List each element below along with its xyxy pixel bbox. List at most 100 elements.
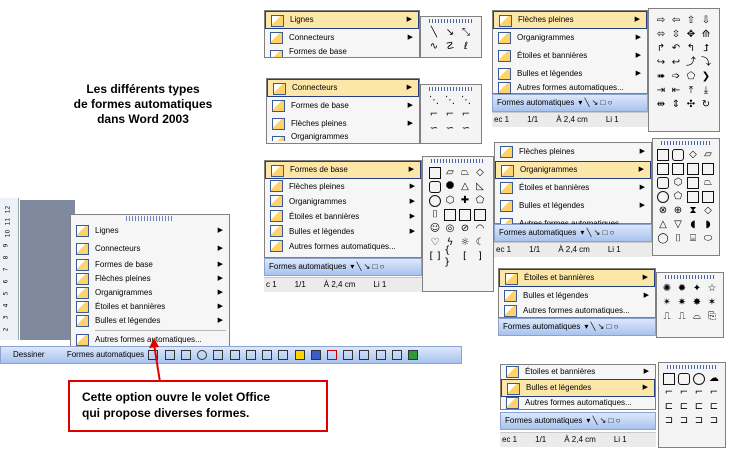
menu-item-fleches[interactable]: Flèches pleines ▶ bbox=[265, 179, 421, 194]
quad-arrow-icon[interactable]: ✥ bbox=[685, 29, 697, 41]
callout-up-icon[interactable]: ⤒ bbox=[685, 85, 697, 97]
menu-item-etoiles[interactable]: Étoiles et bannières ▶ bbox=[493, 47, 647, 65]
bent-arrow-icon[interactable]: ↱ bbox=[655, 43, 667, 55]
document-icon[interactable] bbox=[687, 163, 699, 175]
line-callout5-icon[interactable]: ⊏ bbox=[663, 401, 675, 413]
textbox-icon[interactable] bbox=[213, 350, 224, 360]
curved-double-icon[interactable]: ∽ bbox=[460, 123, 472, 135]
arc-icon[interactable]: ◠ bbox=[474, 223, 486, 235]
menu-item-connecteurs-selected[interactable]: Connecteurs ▶ bbox=[267, 79, 419, 97]
delay-icon[interactable]: ◗ bbox=[702, 219, 714, 231]
star16-icon[interactable]: ✷ bbox=[676, 297, 688, 309]
sort-icon[interactable]: ◇ bbox=[702, 205, 714, 217]
menu-item-bulles[interactable]: Bulles et légendes ▶ bbox=[71, 314, 229, 328]
line-callout8-icon[interactable]: ⊏ bbox=[708, 401, 720, 413]
menu-item-etoiles-selected[interactable]: Étoiles et bannières ▶ bbox=[499, 269, 655, 287]
rectangle-shape-icon[interactable] bbox=[429, 167, 441, 179]
oval-icon[interactable] bbox=[197, 350, 208, 360]
menu-item-lignes-selected[interactable]: Lignes ▶ bbox=[265, 11, 419, 29]
or-icon[interactable]: ⊕ bbox=[672, 205, 684, 217]
menu-item-autres-formes[interactable]: Autres formes automatiques... bbox=[501, 397, 655, 409]
circular-arrow-icon[interactable]: ↻ bbox=[700, 99, 712, 111]
star8-icon[interactable]: ✴ bbox=[661, 297, 673, 309]
menu-item-etoiles[interactable]: Étoiles et bannières ▶ bbox=[495, 179, 651, 197]
menu-item-autres-formes[interactable]: Autres formes automatiques... bbox=[499, 305, 655, 317]
right-arrow-icon[interactable]: ⇨ bbox=[655, 15, 667, 27]
curved-left-icon[interactable]: ↩ bbox=[670, 57, 682, 69]
up-down-arrow-icon[interactable]: ⇳ bbox=[670, 29, 682, 41]
offpage-icon[interactable]: ⬠ bbox=[672, 191, 684, 203]
callout-left-icon[interactable]: ⇤ bbox=[670, 85, 682, 97]
scroll-icon[interactable]: ⎘ bbox=[706, 311, 718, 323]
rounded-callout-icon[interactable] bbox=[678, 373, 690, 385]
folded-corner-icon[interactable] bbox=[474, 209, 486, 221]
direct-access-icon[interactable]: ⌸ bbox=[687, 233, 699, 245]
draw-menu[interactable]: Dessiner bbox=[13, 347, 45, 363]
line-callout1-icon[interactable]: ⌐ bbox=[663, 387, 675, 399]
trapezoid-icon[interactable]: ⏢ bbox=[459, 167, 471, 179]
callout-down-icon[interactable]: ⤓ bbox=[700, 85, 712, 97]
moon-icon[interactable]: ☾ bbox=[474, 237, 486, 249]
3d-icon[interactable] bbox=[408, 350, 419, 360]
menu-item-organigrammes[interactable]: Organigrammes ▶ bbox=[71, 286, 229, 300]
callout-quad-icon[interactable]: ✣ bbox=[685, 99, 697, 111]
predefined-icon[interactable] bbox=[657, 163, 669, 175]
display-icon[interactable]: ⬭ bbox=[702, 233, 714, 245]
menu-item-etoiles[interactable]: Étoiles et bannières ▶ bbox=[265, 209, 421, 224]
oval-callout-icon[interactable] bbox=[693, 373, 705, 385]
preparation-icon[interactable]: ⬡ bbox=[672, 177, 684, 189]
curve-icon[interactable]: ∿ bbox=[428, 41, 440, 53]
chevron-icon[interactable]: ❯ bbox=[700, 71, 712, 83]
can-icon[interactable]: ⌷ bbox=[429, 209, 441, 221]
curved-icon[interactable]: ∽ bbox=[428, 123, 440, 135]
menu-item-connecteurs[interactable]: Connecteurs ▶ bbox=[71, 240, 229, 258]
line-callout10-icon[interactable]: ⊐ bbox=[678, 415, 690, 427]
ribbon2-icon[interactable]: ⎍ bbox=[676, 311, 688, 323]
clipart-icon[interactable] bbox=[262, 350, 273, 360]
magnetic-disk-icon[interactable]: ⌷ bbox=[672, 233, 684, 245]
arrow-line-icon[interactable]: ↘ bbox=[444, 27, 456, 39]
font-color-icon[interactable] bbox=[327, 350, 337, 360]
menu-item-lignes[interactable]: Lignes ▶ bbox=[71, 222, 229, 240]
line-callout4-icon[interactable]: ⌐ bbox=[708, 387, 720, 399]
line-callout3-icon[interactable]: ⌐ bbox=[693, 387, 705, 399]
star4-icon[interactable]: ✦ bbox=[691, 283, 703, 295]
donut-icon[interactable]: ◎ bbox=[444, 223, 456, 235]
ribbon-icon[interactable]: ⎍ bbox=[661, 311, 673, 323]
callout-lr-icon[interactable]: ⇹ bbox=[655, 99, 667, 111]
rect-callout-icon[interactable] bbox=[663, 373, 675, 385]
menu-item-fleches-selected[interactable]: Flèches pleines ▶ bbox=[493, 11, 647, 29]
autoshapes-button[interactable]: Formes automatiques bbox=[505, 413, 582, 429]
elbow-arrow-icon[interactable]: ⌐ bbox=[444, 109, 456, 121]
merge-icon[interactable]: ▽ bbox=[672, 219, 684, 231]
line-callout11-icon[interactable]: ⊐ bbox=[693, 415, 705, 427]
left-up-arrow-icon[interactable]: ↰ bbox=[685, 43, 697, 55]
bevel-icon[interactable] bbox=[459, 209, 471, 221]
menu-item-bulles[interactable]: Bulles et légendes ▶ bbox=[265, 224, 421, 239]
line-callout9-icon[interactable]: ⊐ bbox=[663, 415, 675, 427]
explosion-icon[interactable]: ✺ bbox=[661, 283, 673, 295]
triangle-icon[interactable]: △ bbox=[459, 181, 471, 193]
octagon-icon[interactable]: ⯃ bbox=[444, 181, 456, 193]
summing-icon[interactable]: ⊗ bbox=[657, 205, 669, 217]
stored-data-icon[interactable]: ◖ bbox=[687, 219, 699, 231]
up-arrow-icon[interactable]: ⇧ bbox=[685, 15, 697, 27]
right-bracket-icon[interactable]: ] bbox=[474, 251, 486, 263]
manual-op-icon[interactable]: ⏢ bbox=[702, 177, 714, 189]
line-callout6-icon[interactable]: ⊏ bbox=[678, 401, 690, 413]
callout-right-icon[interactable]: ⇥ bbox=[655, 85, 667, 97]
menu-item-bulles[interactable]: Bulles et légendes ▶ bbox=[493, 65, 647, 83]
menu-item-bulles-selected[interactable]: Bulles et légendes ▶ bbox=[501, 379, 655, 397]
freeform-icon[interactable]: ☡ bbox=[444, 41, 456, 53]
double-arrow-icon[interactable]: ⤡ bbox=[460, 27, 472, 39]
curved-arrow-icon[interactable]: ∽ bbox=[444, 123, 456, 135]
extract-icon[interactable]: △ bbox=[657, 219, 669, 231]
connector-arrow-icon[interactable]: ⋱ bbox=[444, 95, 456, 107]
data-icon[interactable]: ▱ bbox=[702, 149, 714, 161]
picture-icon[interactable] bbox=[278, 350, 289, 360]
autoshapes-button[interactable]: Formes automatiques bbox=[499, 225, 576, 241]
rounded-rect-icon[interactable] bbox=[429, 181, 441, 193]
line-style-icon[interactable] bbox=[343, 350, 354, 360]
three-way-arrow-icon[interactable]: ⟰ bbox=[700, 29, 712, 41]
heart-icon[interactable]: ♡ bbox=[429, 237, 441, 249]
